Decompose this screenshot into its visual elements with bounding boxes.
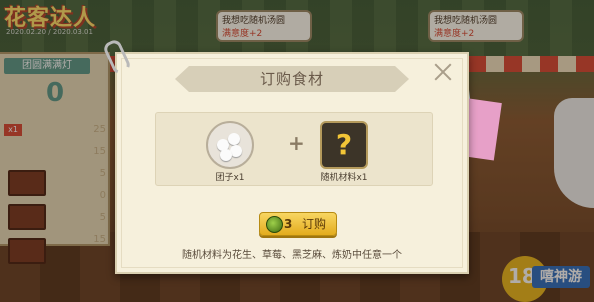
ingredient-list: 团子x1 + ? 随机材料x1 <box>155 112 433 186</box>
ingredient-label: 团子x1 <box>215 173 245 183</box>
ingredient-label: 随机材料x1 <box>320 173 368 183</box>
close-icon[interactable] <box>431 60 455 84</box>
random-ingredient-hint: 随机材料为花生、草莓、黑芝麻、炼奶中任意一个 <box>182 250 402 261</box>
dough-ball <box>228 133 240 145</box>
dialog-title-ribbon: 订购食材 <box>175 66 409 92</box>
random-ingredient-icon: ? <box>320 121 368 169</box>
order-button[interactable]: 3 订购 <box>259 212 337 236</box>
ingredient-item-tuanzi: 团子x1 <box>200 121 260 183</box>
coin-icon <box>266 216 283 233</box>
order-cost: 3 <box>284 217 293 231</box>
order-button-label: 订购 <box>302 217 327 231</box>
plus-sign: + <box>288 131 305 155</box>
tuanzi-icon <box>206 121 254 169</box>
dough-ball <box>220 149 232 161</box>
question-mark-icon: ? <box>335 128 353 161</box>
dialog-title: 订购食材 <box>259 70 324 88</box>
ingredient-item-random: ? 随机材料x1 <box>314 121 374 183</box>
order-ingredients-dialog: 订购食材 团子x1 + ? 随机材料x1 3 订购 随机材料为花生、草莓、黑芝麻… <box>115 52 469 274</box>
